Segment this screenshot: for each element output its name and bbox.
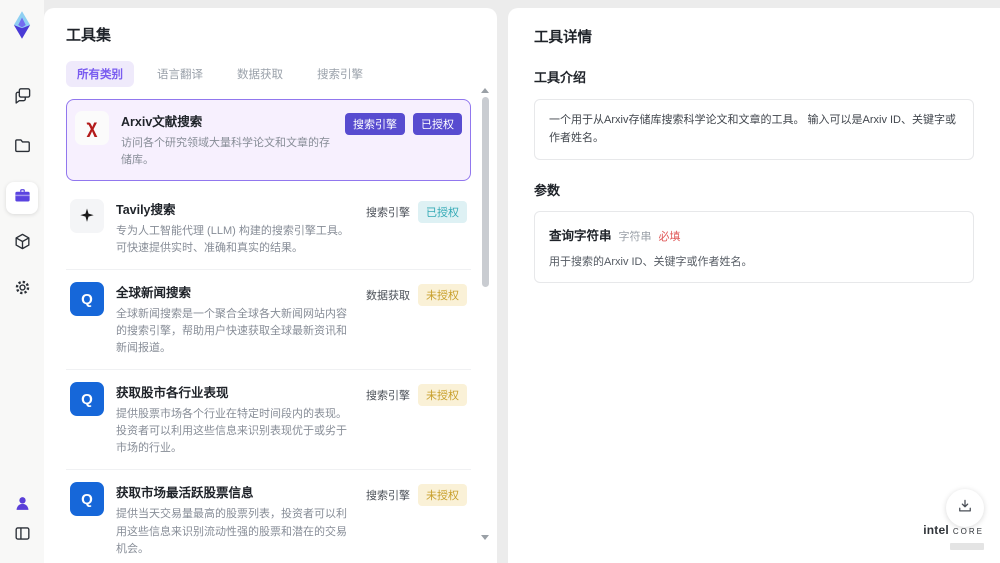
brand-intel-text: intel <box>923 523 949 538</box>
tab-search-engine[interactable]: 搜索引擎 <box>306 61 374 87</box>
sidebar-item-account[interactable] <box>6 490 38 522</box>
arxiv-icon: χ <box>75 111 109 145</box>
tool-description: 提供当天交易量最高的股票列表，投资者可以利用这些信息来识别流动性强的股票和潜在的… <box>116 508 347 555</box>
category-tabs: 所有类别 语言翻译 数据获取 搜索引擎 <box>66 61 471 87</box>
auth-badge: 已授权 <box>413 113 462 135</box>
scrollbar-up-arrow[interactable] <box>481 88 489 93</box>
avatar-icon <box>13 494 32 518</box>
sidebar-item-toolbox[interactable] <box>6 182 38 214</box>
download-icon <box>956 497 974 520</box>
tool-title: 获取股市各行业表现 <box>116 386 229 401</box>
tool-description: 专为人工智能代理 (LLM) 构建的搜索引擎工具。可快速提供实时、准确和真实的结… <box>116 225 349 255</box>
category-label: 搜索引擎 <box>366 207 410 220</box>
parameter-name: 查询字符串 <box>549 229 612 244</box>
tool-title: 获取市场最活跃股票信息 <box>116 486 254 501</box>
app-logo <box>7 10 37 40</box>
news-q-icon: Q <box>70 282 104 317</box>
sidebar-item-chat[interactable] <box>6 82 38 114</box>
tool-detail-panel: 工具详情 工具介绍 一个用于从Arxiv存储库搜索科学论文和文章的工具。 输入可… <box>508 8 1000 563</box>
sidebar-item-settings[interactable] <box>6 274 38 306</box>
folder-icon <box>13 136 32 160</box>
scrollbar-thumb[interactable] <box>482 97 489 287</box>
category-badge: 搜索引擎 <box>345 113 405 135</box>
tool-title: Arxiv文献搜索 <box>121 115 203 129</box>
sidebar-item-files[interactable] <box>6 132 38 164</box>
gear-icon <box>13 278 32 302</box>
category-label: 搜索引擎 <box>366 490 410 503</box>
tool-title: Tavily搜索 <box>116 203 176 218</box>
brand-sub-mark <box>950 543 984 551</box>
auth-badge: 未授权 <box>418 484 467 507</box>
auth-badge: 已授权 <box>418 201 467 224</box>
intro-heading: 工具介绍 <box>534 70 587 85</box>
tavily-star-icon <box>70 199 104 234</box>
tool-item-sector-performance[interactable]: Q 获取股市各行业表现 提供股票市场各个行业在特定时间段内的表现。投资者可以利用… <box>66 370 471 471</box>
intro-text-box: 一个用于从Arxiv存储库搜索科学论文和文章的工具。 输入可以是Arxiv ID… <box>534 99 974 161</box>
toolbox-icon <box>13 186 32 210</box>
tool-list: χ Arxiv文献搜索 访问各个研究领域大量科学论文和文章的存储库。 搜索引擎 … <box>66 99 471 563</box>
sidebar-item-panel-toggle[interactable] <box>6 520 38 552</box>
sidebar-rail <box>0 0 44 563</box>
category-label: 数据获取 <box>366 290 410 303</box>
tool-item-arxiv[interactable]: χ Arxiv文献搜索 访问各个研究领域大量科学论文和文章的存储库。 搜索引擎 … <box>66 99 471 182</box>
scrollbar-down-arrow[interactable] <box>481 535 489 540</box>
panel-toggle-icon <box>13 524 32 548</box>
detail-title: 工具详情 <box>534 30 592 46</box>
tab-data-fetching[interactable]: 数据获取 <box>226 61 294 87</box>
chat-icon <box>13 86 32 110</box>
params-heading: 参数 <box>534 183 561 199</box>
tab-all-categories[interactable]: 所有类别 <box>66 61 134 87</box>
tool-description: 访问各个研究领域大量科学论文和文章的存储库。 <box>121 137 330 167</box>
tool-item-global-news[interactable]: Q 全球新闻搜索 全球新闻搜索是一个聚合全球各大新闻网站内容的搜索引擎，帮助用户… <box>66 270 471 371</box>
news-q-icon: Q <box>70 482 104 517</box>
parameter-description: 用于搜索的Arxiv ID、关键字或作者姓名。 <box>549 256 753 269</box>
cube-icon <box>13 232 32 256</box>
auth-badge: 未授权 <box>418 284 467 307</box>
tool-item-tavily[interactable]: Tavily搜索 专为人工智能代理 (LLM) 构建的搜索引擎工具。可快速提供实… <box>66 187 471 271</box>
news-q-icon: Q <box>70 382 104 417</box>
parameter-required-flag: 必填 <box>658 231 681 244</box>
tool-title: 全球新闻搜索 <box>116 286 192 301</box>
intel-core-logo: intel core <box>923 524 984 555</box>
parameter-card: 查询字符串 字符串 必填 用于搜索的Arxiv ID、关键字或作者姓名。 <box>534 211 974 284</box>
category-label: 搜索引擎 <box>366 390 410 403</box>
parameter-type: 字符串 <box>618 231 652 244</box>
auth-badge: 未授权 <box>418 384 467 407</box>
brand-core-text: core <box>952 523 984 538</box>
tool-item-active-stocks[interactable]: Q 获取市场最活跃股票信息 提供当天交易量最高的股票列表，投资者可以利用这些信息… <box>66 470 471 563</box>
tool-description: 全球新闻搜索是一个聚合全球各大新闻网站内容的搜索引擎，帮助用户快速获取全球最新资… <box>116 308 347 355</box>
tool-description: 提供股票市场各个行业在特定时间段内的表现。投资者可以利用这些信息来识别表现优于或… <box>116 408 347 455</box>
tab-language-translation[interactable]: 语言翻译 <box>146 61 214 87</box>
sidebar-item-plugins[interactable] <box>6 228 38 260</box>
page-title: 工具集 <box>66 27 112 44</box>
toolset-panel: 工具集 所有类别 语言翻译 数据获取 搜索引擎 χ Arxiv文献搜索 访问各个… <box>44 8 497 563</box>
download-button[interactable] <box>946 489 984 527</box>
